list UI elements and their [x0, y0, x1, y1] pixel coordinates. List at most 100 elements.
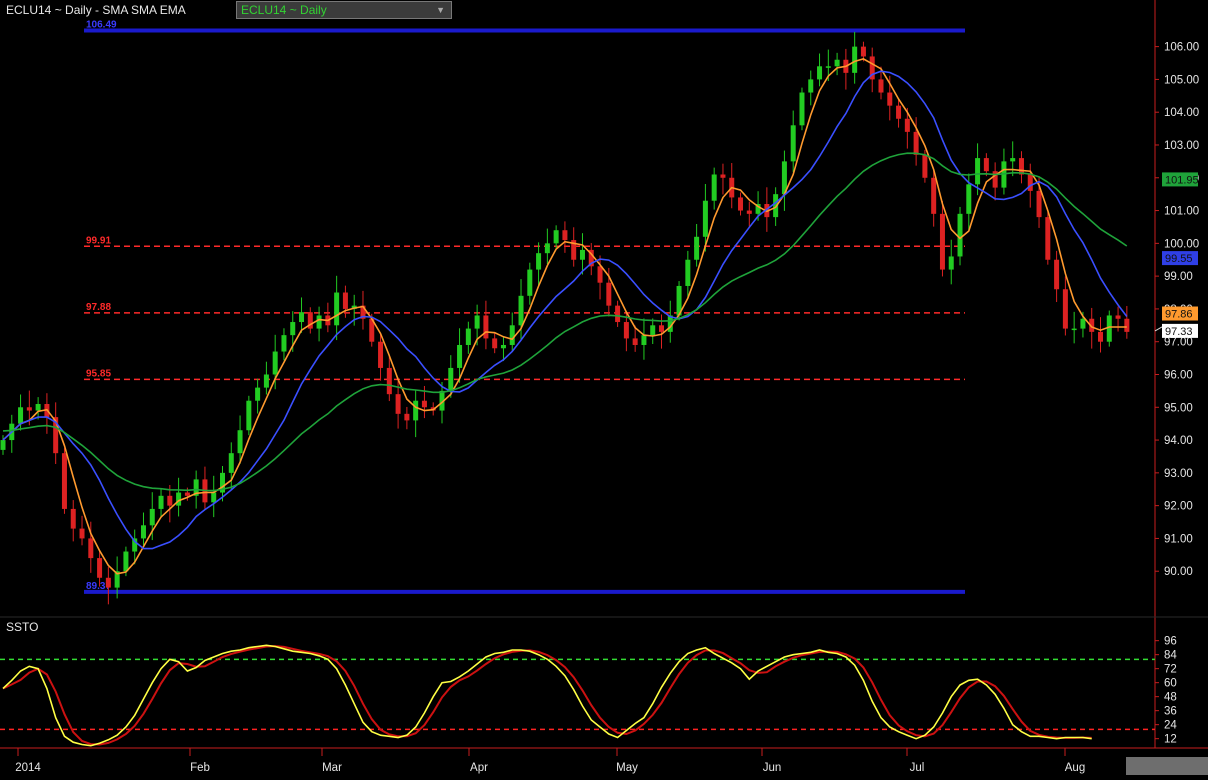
- candle-body: [975, 158, 981, 185]
- price-tag: 101.95: [1162, 172, 1199, 187]
- candle-body: [167, 495, 173, 506]
- candle-body: [852, 46, 858, 73]
- candle-body: [263, 374, 269, 388]
- candle-body: [1124, 318, 1130, 332]
- stoch-tick-label: 84: [1164, 650, 1177, 662]
- price-tag-label: 101.95: [1165, 174, 1199, 186]
- stoch-tick-label: 24: [1164, 720, 1177, 732]
- candle-body: [790, 125, 796, 162]
- candle-body: [606, 282, 612, 306]
- candle-body: [887, 92, 893, 106]
- candle-body: [922, 154, 928, 178]
- symbol-dropdown[interactable]: ECLU14 ~ Daily ▼: [236, 1, 452, 19]
- candle-body: [61, 453, 67, 509]
- stoch-tick-label: 96: [1164, 636, 1177, 648]
- candle-body: [342, 292, 348, 309]
- candle-body: [483, 315, 489, 339]
- price-tick-label: 103.00: [1164, 140, 1199, 152]
- chevron-down-icon[interactable]: ▼: [436, 2, 445, 18]
- candle-body: [685, 259, 691, 286]
- candle-body: [544, 243, 550, 254]
- candle-body: [1062, 289, 1068, 329]
- candle: [61, 448, 67, 514]
- price-chart-svg[interactable]: 106.4999.9197.8895.8589.37 106.00105.001…: [0, 0, 1208, 775]
- level-label: 97.88: [86, 302, 111, 313]
- candle: [246, 395, 252, 436]
- candle-body: [386, 367, 392, 395]
- symbol-dropdown-value: ECLU14 ~ Daily: [241, 3, 327, 17]
- candle-body: [536, 253, 542, 270]
- candle-body: [88, 538, 94, 559]
- candle-body: [237, 430, 243, 454]
- candle-body: [474, 315, 480, 329]
- candle-body: [97, 558, 103, 578]
- candle-body: [896, 105, 902, 119]
- candle-body: [255, 387, 261, 401]
- candle-body: [378, 341, 384, 368]
- price-tick-label: 97.00: [1164, 337, 1193, 349]
- horizontal-scrollbar[interactable]: [1126, 757, 1208, 775]
- chart-title: ECLU14 ~ Daily - SMA SMA EMA: [6, 3, 186, 17]
- candle-body: [140, 525, 146, 539]
- price-tag: 97.86: [1162, 306, 1198, 321]
- candle-body: [834, 59, 840, 67]
- price-tick-label: 93.00: [1164, 468, 1193, 480]
- candle-body: [597, 266, 603, 283]
- candle: [1045, 212, 1051, 265]
- candle-body: [1054, 259, 1060, 290]
- candle-body: [492, 338, 498, 349]
- candle-body: [465, 328, 471, 345]
- candle-body: [1080, 318, 1086, 329]
- level-label: 95.85: [86, 368, 111, 379]
- candle-body: [79, 528, 85, 539]
- candle-body: [395, 394, 401, 414]
- candle-body: [939, 213, 945, 270]
- candle-body: [913, 131, 919, 155]
- candle-body: [1106, 315, 1112, 342]
- candle-body: [650, 325, 656, 336]
- candle-body: [290, 322, 296, 336]
- candle-body: [966, 184, 972, 214]
- candle-body: [1036, 190, 1042, 218]
- candle-body: [1018, 158, 1024, 175]
- price-tick-label: 96.00: [1164, 369, 1193, 381]
- candle-body: [1010, 158, 1016, 162]
- candle-body: [299, 312, 305, 323]
- price-tick-label: 105.00: [1164, 74, 1199, 86]
- candle-body: [1045, 217, 1051, 260]
- candle-body: [738, 197, 744, 211]
- level-label: 99.91: [86, 235, 111, 246]
- candle-body: [659, 325, 664, 332]
- candle-body: [18, 407, 24, 424]
- candle-body: [228, 453, 234, 473]
- time-tick-label: Apr: [470, 762, 488, 774]
- time-tick-label: Feb: [190, 762, 210, 774]
- candle-body: [105, 577, 111, 588]
- stoch-tick-label: 12: [1164, 734, 1177, 746]
- candle-body: [878, 79, 884, 93]
- candle-body: [623, 322, 629, 339]
- candle-body: [904, 118, 910, 132]
- stoch-tick-label: 36: [1164, 706, 1177, 718]
- candle-body: [817, 66, 823, 80]
- candle-body: [26, 407, 32, 411]
- candle-body: [404, 413, 410, 421]
- candle-body: [246, 400, 252, 431]
- price-tick-label: 91.00: [1164, 533, 1193, 545]
- candle-body: [957, 213, 963, 257]
- candle: [1106, 310, 1112, 347]
- time-tick-label: Jun: [763, 762, 782, 774]
- candle-body: [0, 440, 6, 450]
- candle-body: [711, 174, 717, 201]
- stoch-tick-label: 48: [1164, 692, 1177, 704]
- candle-body: [70, 508, 76, 529]
- candle-body: [579, 249, 585, 260]
- price-tick-label: 99.00: [1164, 271, 1193, 283]
- candle-body: [931, 177, 937, 214]
- chart-area[interactable]: 106.49 99.91 97.88 95.85 89.37 106.00 105.00 1…: [0, 0, 1208, 775]
- price-tick-label: 101.00: [1164, 206, 1199, 218]
- candle-body: [641, 335, 647, 345]
- candle-body: [615, 305, 621, 323]
- candle-body: [149, 508, 155, 526]
- price-tick-label: 92.00: [1164, 501, 1193, 513]
